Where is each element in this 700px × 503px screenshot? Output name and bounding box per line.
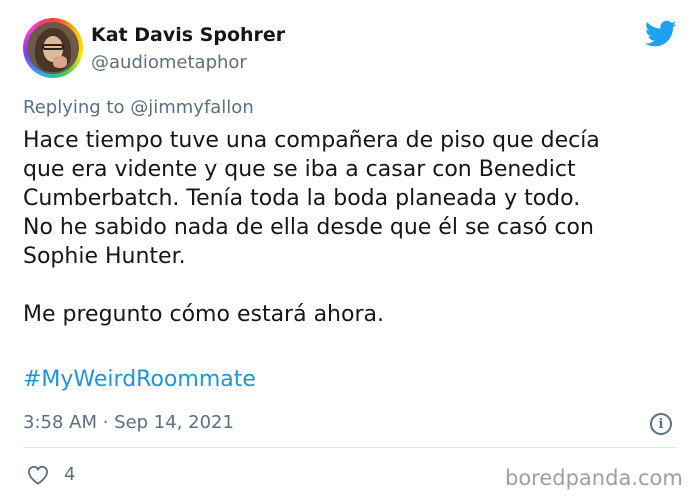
replying-to: Replying to @jimmyfallon [23, 97, 254, 118]
avatar[interactable] [23, 18, 83, 78]
tweet-timestamp[interactable]: 3:58 AM · Sep 14, 2021 [23, 412, 234, 433]
tweet-line: Cumberbatch. Tenía toda la boda planeada… [23, 186, 581, 211]
tweet-line: Sophie Hunter. [23, 244, 186, 269]
author-handle[interactable]: @audiometaphor [91, 52, 247, 73]
info-icon[interactable]: i [650, 413, 672, 435]
replying-prefix: Replying to [23, 97, 125, 118]
like-count[interactable]: 4 [64, 464, 75, 485]
divider [23, 447, 678, 448]
avatar-photo [27, 22, 79, 74]
reply-mention-link[interactable]: @jimmyfallon [130, 97, 254, 118]
hashtag-link[interactable]: #MyWeirdRoommate [23, 367, 256, 392]
author-name[interactable]: Kat Davis Spohrer [91, 24, 285, 46]
tweet-card: Kat Davis Spohrer @audiometaphor Replyin… [0, 0, 700, 503]
tweet-line: Hace tiempo tuve una compañera de piso q… [23, 128, 600, 153]
tweet-line: que era vidente y que se iba a casar con… [23, 157, 576, 182]
tweet-line: Me pregunto cómo estará ahora. [23, 302, 384, 327]
heart-icon[interactable] [27, 465, 49, 485]
watermark: boredpanda.com [505, 466, 683, 490]
twitter-bird-icon[interactable] [645, 20, 677, 48]
tweet-line: No he sabido nada de ella desde que él s… [23, 215, 594, 240]
tweet-text: Hace tiempo tuve una compañera de piso q… [23, 126, 683, 329]
